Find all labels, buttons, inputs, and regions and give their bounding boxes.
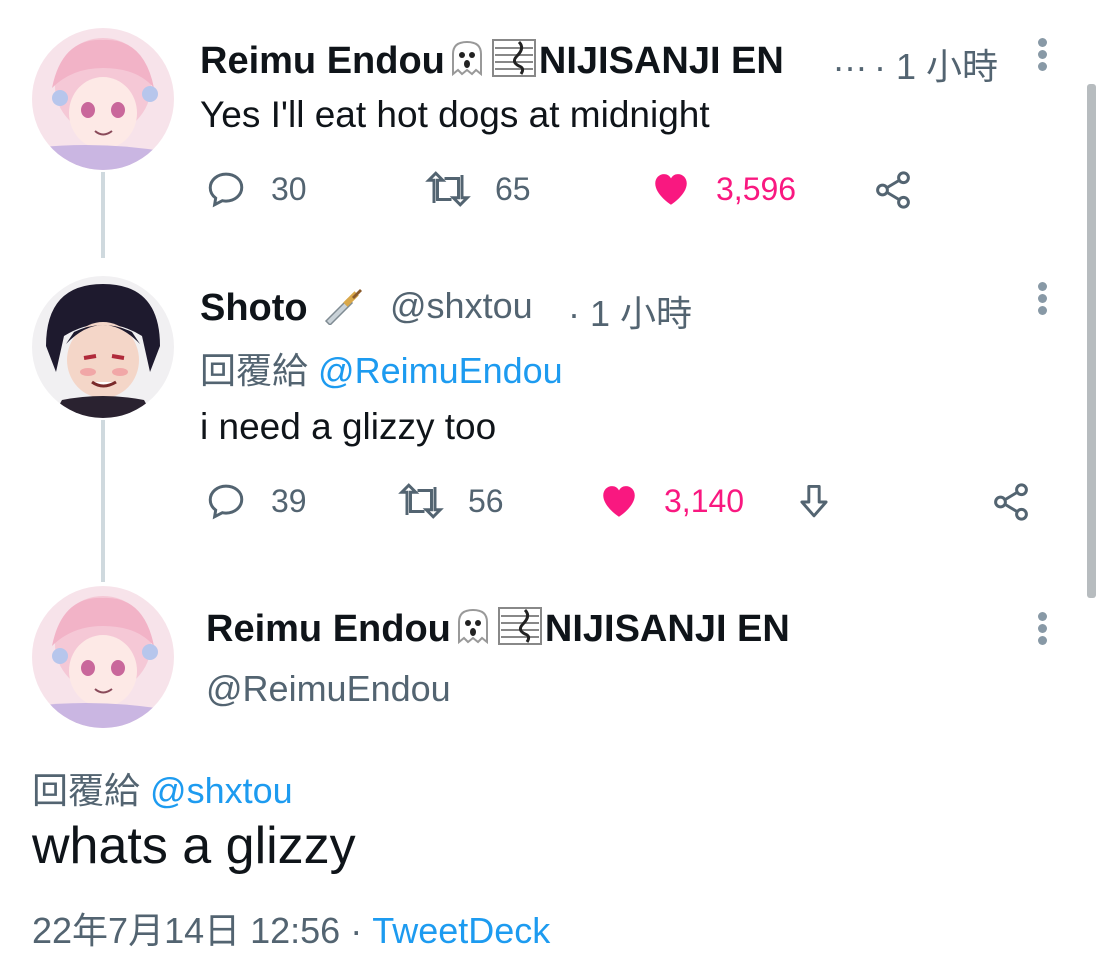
like-button[interactable]: 3,140 [598, 480, 744, 522]
more-icon[interactable] [1038, 282, 1048, 318]
main-tweet-text: whats a glizzy [32, 817, 356, 875]
music-score-emoji [495, 606, 545, 656]
scrollbar[interactable] [1087, 84, 1096, 598]
more-icon[interactable] [1038, 612, 1048, 648]
share-icon [994, 483, 1028, 521]
retweet-count: 56 [468, 482, 504, 519]
share-button[interactable] [872, 169, 914, 211]
main-handle[interactable]: @ReimuEndou [206, 668, 451, 710]
download-icon [800, 484, 828, 518]
share-icon [876, 171, 910, 209]
like-count: 3,140 [664, 482, 745, 519]
tweet-time[interactable]: · 1 小時 [874, 38, 998, 90]
ghost-emoji [445, 38, 489, 88]
ghost-emoji [451, 606, 495, 656]
avatar[interactable] [32, 28, 174, 170]
tweet-text: Yes I'll eat hot dogs at midnight [200, 94, 710, 135]
reply-icon [208, 172, 244, 208]
heart-icon [603, 486, 635, 517]
like-count: 3,596 [716, 170, 797, 207]
reply-icon [208, 484, 244, 520]
main-author[interactable]: Reimu Endou NIJISANJI EN [206, 606, 790, 656]
like-button[interactable]: 3,596 [650, 168, 796, 210]
reply-button[interactable]: 30 [205, 168, 307, 210]
ellipsis: … [832, 38, 868, 79]
reply-button[interactable]: 39 [205, 480, 307, 522]
tweet-meta: 22年7月14日 12:56 · TweetDeck [32, 902, 550, 954]
thread-line [101, 420, 105, 582]
separator: · [350, 910, 363, 951]
dagger-emoji [318, 285, 366, 335]
thread-line [101, 172, 105, 258]
heart-icon [655, 174, 687, 205]
mention-link[interactable]: @shxtou [150, 770, 293, 811]
share-button[interactable] [990, 481, 1032, 523]
avatar[interactable] [32, 586, 174, 728]
timestamp[interactable]: 22年7月14日 12:56 [32, 910, 340, 951]
more-icon[interactable] [1038, 38, 1048, 74]
download-button[interactable] [795, 481, 833, 523]
tweet-author[interactable]: Reimu Endou NIJISANJI EN [200, 38, 784, 88]
reply-context: 回覆給 @shxtou [32, 770, 293, 811]
tweet-time[interactable]: · 1 小時 [568, 285, 692, 337]
avatar[interactable] [32, 276, 174, 418]
reply-count: 39 [271, 482, 307, 519]
retweet-icon [398, 483, 444, 519]
tweet-handle[interactable]: @shxtou [390, 285, 533, 327]
music-score-emoji [489, 38, 539, 88]
reply-count: 30 [271, 170, 307, 207]
source-link[interactable]: TweetDeck [372, 910, 550, 951]
mention-link[interactable]: @ReimuEndou [318, 350, 563, 391]
tweet-author[interactable]: Shoto [200, 285, 366, 335]
retweet-icon [425, 171, 471, 207]
tweet-text: i need a glizzy too [200, 406, 497, 447]
retweet-button[interactable]: 56 [398, 480, 504, 522]
reply-context: 回覆給 @ReimuEndou [200, 350, 563, 391]
retweet-count: 65 [495, 170, 531, 207]
retweet-button[interactable]: 65 [425, 168, 531, 210]
